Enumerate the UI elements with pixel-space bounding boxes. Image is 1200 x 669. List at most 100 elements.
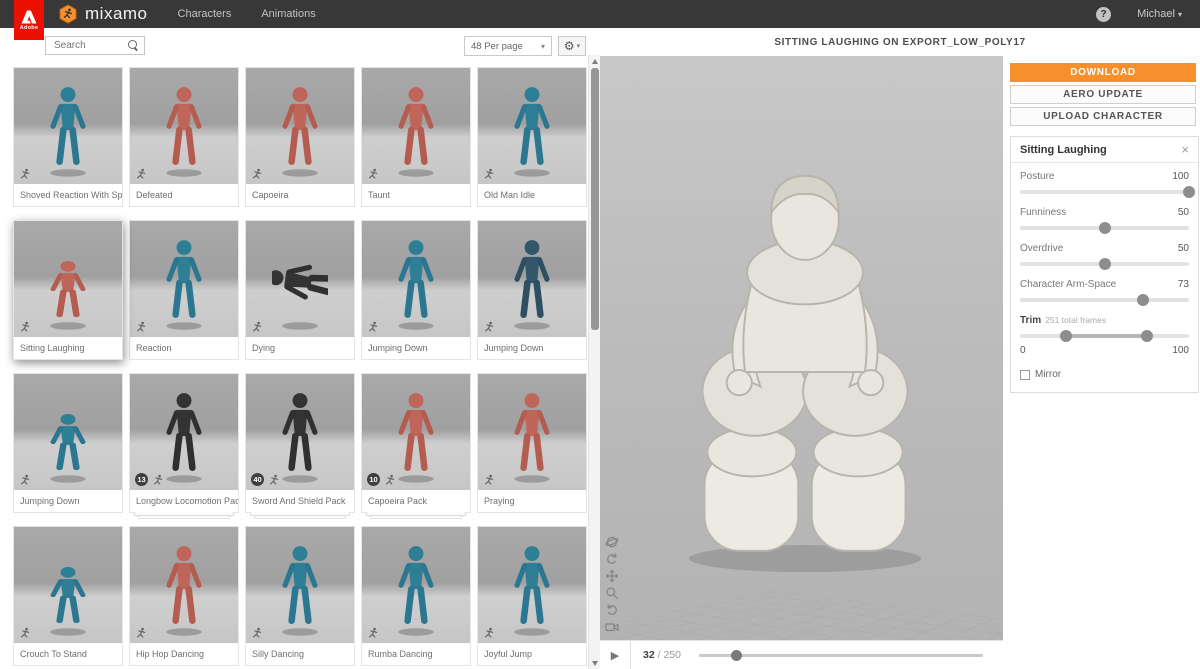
animation-settings-panel: Sitting Laughing × Posture 100 Funniness… (1010, 136, 1199, 393)
animation-thumbnail (130, 68, 238, 184)
animation-card-label: Jumping Down (362, 337, 470, 359)
upload-character-button[interactable]: UPLOAD CHARACTER (1010, 107, 1196, 126)
animation-library-panel: 48 Per page ▾ ⚙ ▾ (0, 28, 600, 669)
close-icon[interactable]: × (1181, 143, 1189, 156)
animation-card[interactable]: Sitting Laughing (13, 220, 123, 360)
animation-card[interactable]: 10 Capoeira Pack (361, 373, 471, 513)
animation-card-label: Joyful Jump (478, 643, 586, 665)
camera-icon[interactable] (604, 620, 619, 634)
animation-card[interactable]: 40 Sword And Shield Pack (245, 373, 355, 513)
slider-thumb[interactable] (1183, 186, 1195, 198)
search-input[interactable] (46, 40, 128, 51)
slider-track[interactable] (1020, 298, 1189, 302)
slider-value: 50 (1178, 207, 1189, 218)
running-man-icon (367, 321, 379, 333)
mixamo-logo[interactable]: mixamo (58, 4, 148, 24)
animation-thumbnail (362, 527, 470, 643)
animation-card[interactable]: Silly Dancing (245, 526, 355, 666)
animation-thumbnail (130, 527, 238, 643)
settings-button[interactable]: ⚙ ▾ (558, 36, 586, 56)
slider-track[interactable] (1020, 226, 1189, 230)
animation-card-label: Shoved Reaction With Spin (14, 184, 122, 206)
search-box (45, 36, 145, 55)
user-menu[interactable]: Michael▾ (1137, 8, 1182, 20)
pack-count-badge: 40 (251, 473, 264, 486)
animation-card-label: Longbow Locomotion Pack (130, 490, 238, 512)
slider-track[interactable] (1020, 262, 1189, 266)
animation-card[interactable]: Rumba Dancing (361, 526, 471, 666)
per-page-select[interactable]: 48 Per page ▾ (464, 36, 552, 56)
trim-max-label: 100 (1172, 345, 1189, 356)
nav-item-characters[interactable]: Characters (178, 8, 232, 20)
preview-title: SITTING LAUGHING ON EXPORT_LOW_POLY17 (600, 28, 1200, 56)
animation-card[interactable]: Joyful Jump (477, 526, 587, 666)
trim-start-thumb[interactable] (1060, 330, 1072, 342)
search-icon[interactable] (128, 40, 139, 51)
mirror-checkbox[interactable] (1020, 370, 1030, 380)
play-button[interactable]: ▶ (600, 641, 631, 669)
slider-thumb[interactable] (1099, 222, 1111, 234)
slider-value: 100 (1172, 171, 1189, 182)
slider-thumb[interactable] (1137, 294, 1149, 306)
timeline-thumb[interactable] (731, 650, 742, 661)
slider-track[interactable] (1020, 190, 1189, 194)
parameter-slider-row: Overdrive 50 (1020, 243, 1189, 266)
animation-card[interactable]: Praying (477, 373, 587, 513)
animation-card[interactable]: Capoeira (245, 67, 355, 207)
library-toolbar: 48 Per page ▾ ⚙ ▾ (0, 28, 600, 65)
chevron-down-icon: ▾ (577, 42, 581, 50)
aero-update-button[interactable]: AERO UPDATE (1010, 85, 1196, 104)
slider-thumb[interactable] (1099, 258, 1111, 270)
animation-card[interactable]: Jumping Down (477, 220, 587, 360)
running-man-icon (135, 168, 147, 180)
orbit-icon[interactable] (604, 535, 619, 549)
animation-card[interactable]: Dying (245, 220, 355, 360)
mirror-toggle[interactable]: Mirror (1020, 369, 1189, 380)
pack-count-badge: 13 (135, 473, 148, 486)
reset-icon[interactable] (604, 603, 619, 617)
library-scrollbar[interactable] (588, 55, 600, 669)
gear-icon: ⚙ (564, 40, 575, 52)
animation-card-label: Taunt (362, 184, 470, 206)
rotate-icon[interactable] (604, 552, 619, 566)
animation-thumbnail (478, 68, 586, 184)
animation-thumbnail (478, 527, 586, 643)
nav-item-animations[interactable]: Animations (261, 8, 315, 20)
adobe-logo: Adobe (14, 0, 44, 40)
parameter-slider-row: Posture 100 (1020, 171, 1189, 194)
trim-selected-range (1066, 334, 1147, 338)
trim-slider[interactable] (1020, 334, 1189, 338)
animation-card-label: Praying (478, 490, 586, 512)
download-button[interactable]: DOWNLOAD (1010, 63, 1196, 82)
zoom-icon[interactable] (604, 586, 619, 600)
running-man-icon (483, 321, 495, 333)
animation-card[interactable]: Defeated (129, 67, 239, 207)
animation-card[interactable]: Hip Hop Dancing (129, 526, 239, 666)
pan-icon[interactable] (604, 569, 619, 583)
animation-card[interactable]: Crouch To Stand (13, 526, 123, 666)
running-man-icon (135, 627, 147, 639)
animation-card[interactable]: Shoved Reaction With Spin (13, 67, 123, 207)
animation-thumbnail: 13 (130, 374, 238, 490)
trim-end-thumb[interactable] (1141, 330, 1153, 342)
animation-card[interactable]: Jumping Down (361, 220, 471, 360)
scrollbar-thumb[interactable] (591, 68, 599, 330)
animation-card[interactable]: Reaction (129, 220, 239, 360)
parameter-slider-row: Funniness 50 (1020, 207, 1189, 230)
trim-frames-note: 251 total frames (1045, 315, 1106, 325)
slider-label: Funniness (1020, 207, 1066, 218)
slider-value: 50 (1178, 243, 1189, 254)
chevron-down-icon: ▾ (1178, 10, 1182, 19)
running-man-icon (135, 321, 147, 333)
animation-card[interactable]: 13 Longbow Locomotion Pack (129, 373, 239, 513)
animation-card-label: Rumba Dancing (362, 643, 470, 665)
running-man-icon (152, 474, 164, 486)
running-man-icon (367, 168, 379, 180)
viewer-canvas[interactable] (600, 56, 1003, 640)
animation-card[interactable]: Old Man Idle (477, 67, 587, 207)
animation-card[interactable]: Taunt (361, 67, 471, 207)
animation-thumbnail (362, 221, 470, 337)
timeline-slider[interactable] (699, 649, 983, 661)
help-icon[interactable]: ? (1096, 7, 1111, 22)
animation-card[interactable]: Jumping Down (13, 373, 123, 513)
